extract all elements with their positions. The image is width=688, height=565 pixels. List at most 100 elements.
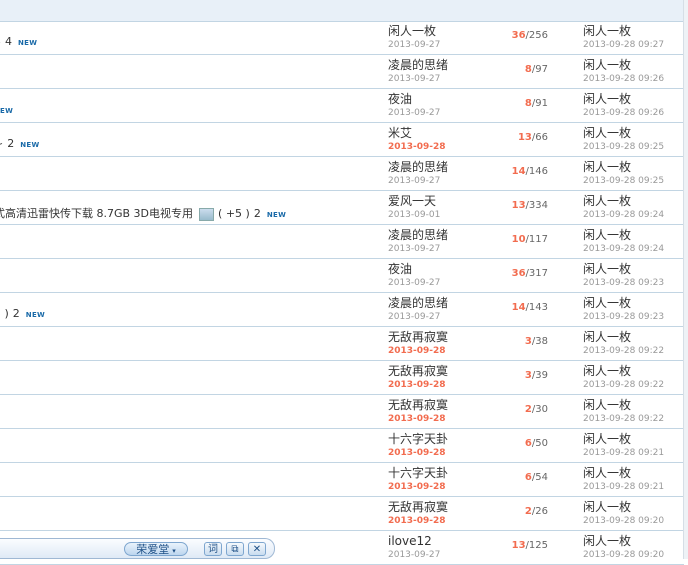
reply-count: 8 [524,98,532,109]
reply-count: 13 [511,200,526,211]
reply-view-count: 8/91 [524,98,548,109]
view-count: 143 [528,302,548,313]
last-post-time[interactable]: 2013-09-28 09:25 [583,175,683,187]
last-post-cell: 闲人一枚 2013-09-28 09:22 [583,397,683,425]
thread-title-link[interactable]: ~ [0,137,3,150]
last-poster-link[interactable]: 闲人一枚 [583,499,683,515]
last-post-time[interactable]: 2013-09-28 09:22 [583,379,683,391]
thread-title-link[interactable]: 5 ) [0,307,9,320]
view-count: 317 [528,268,548,279]
reply-view-count: 10/117 [511,234,548,245]
last-post-time[interactable]: 2013-09-28 09:21 [583,447,683,459]
view-count: 97 [535,64,548,75]
last-poster-link[interactable]: 闲人一枚 [583,23,683,39]
last-post-time[interactable]: 2013-09-28 09:24 [583,209,683,221]
last-post-time[interactable]: 2013-09-28 09:20 [583,549,683,561]
view-count: 125 [528,540,548,551]
view-count: 146 [528,166,548,177]
table-header-band [0,0,684,22]
new-badge: NEW [266,211,287,219]
reply-view-count: 6/50 [524,438,548,449]
reply-view-count: 3/39 [524,370,548,381]
last-post-cell: 闲人一枚 2013-09-28 09:21 [583,431,683,459]
reply-count: 6 [524,438,532,449]
last-post-cell: 闲人一枚 2013-09-28 09:22 [583,363,683,391]
view-count: 38 [535,336,548,347]
last-poster-link[interactable]: 闲人一枚 [583,193,683,209]
thread-title-link[interactable]: 式高清迅雷快传下载 8.7GB 3D电视专用 [0,207,193,220]
last-poster-link[interactable]: 闲人一枚 [583,363,683,379]
table-row: 十六字天卦 2013-09-28 6/50 闲人一枚 2013-09-28 09… [0,429,684,463]
last-post-cell: 闲人一枚 2013-09-28 09:25 [583,159,683,187]
last-post-cell: 闲人一枚 2013-09-28 09:21 [583,465,683,493]
last-post-cell: 闲人一枚 2013-09-28 09:23 [583,261,683,289]
last-post-cell: 闲人一枚 2013-09-28 09:20 [583,499,683,527]
table-row: 凌晨的思绪 2013-09-27 10/117 闲人一枚 2013-09-28 … [0,225,684,259]
page-link[interactable]: 2 [7,137,14,150]
reply-view-count: 36/317 [511,268,548,279]
last-poster-link[interactable]: 闲人一枚 [583,57,683,73]
view-count: 256 [528,30,548,41]
reply-count: 14 [511,302,526,313]
thread-title-link[interactable]: 3 [0,35,1,48]
new-badge: NEW [18,39,38,47]
last-post-time[interactable]: 2013-09-28 09:27 [583,39,683,51]
thread-list: 34NEW 闲人一枚 2013-09-27 36/256 闲人一枚 2013-0… [0,21,684,565]
reply-view-count: 14/143 [511,302,548,313]
table-row: 十六字天卦 2013-09-28 6/54 闲人一枚 2013-09-28 09… [0,463,684,497]
forum-selector-label: 荣爱堂 [136,543,170,556]
last-post-time[interactable]: 2013-09-28 09:23 [583,311,683,323]
table-row: ~2NEW 米艾 2013-09-28 13/66 闲人一枚 2013-09-2… [0,123,684,157]
reply-view-count: 36/256 [511,30,548,41]
last-post-time[interactable]: 2013-09-28 09:21 [583,481,683,493]
last-poster-link[interactable]: 闲人一枚 [583,397,683,413]
view-count: 54 [535,472,548,483]
last-poster-link[interactable]: 闲人一枚 [583,431,683,447]
last-poster-link[interactable]: 闲人一枚 [583,261,683,277]
reply-count: 8 [524,64,532,75]
new-badge: NEW [25,311,46,319]
last-post-cell: 闲人一枚 2013-09-28 09:26 [583,91,683,119]
last-post-time[interactable]: 2013-09-28 09:22 [583,413,683,425]
last-poster-link[interactable]: 闲人一枚 [583,159,683,175]
reply-view-count: 6/54 [524,472,548,483]
chevron-down-icon: ▾ [172,547,176,555]
last-poster-link[interactable]: 闲人一枚 [583,295,683,311]
last-poster-link[interactable]: 闲人一枚 [583,227,683,243]
table-row: 无敌再寂寞 2013-09-28 3/39 闲人一枚 2013-09-28 09… [0,361,684,395]
last-post-time[interactable]: 2013-09-28 09:22 [583,345,683,357]
copy-icon[interactable]: ⧉ [226,542,244,556]
view-count: 26 [535,506,548,517]
last-post-cell: 闲人一枚 2013-09-28 09:23 [583,295,683,323]
image-attachment-icon [199,207,215,221]
last-poster-link[interactable]: 闲人一枚 [583,329,683,345]
last-poster-link[interactable]: 闲人一枚 [583,533,683,549]
forum-selector-button[interactable]: 荣爱堂 ▾ [124,542,188,556]
table-row: 34NEW 闲人一枚 2013-09-27 36/256 闲人一枚 2013-0… [0,21,684,55]
last-post-time[interactable]: 2013-09-28 09:23 [583,277,683,289]
scrollbar[interactable] [683,0,688,559]
last-post-time[interactable]: 2013-09-28 09:26 [583,107,683,119]
reply-view-count: 2/30 [524,404,548,415]
page-link[interactable]: 2 [13,307,20,320]
close-icon[interactable]: ✕ [248,542,266,556]
last-post-time[interactable]: 2013-09-28 09:24 [583,243,683,255]
reply-view-count: 3/38 [524,336,548,347]
floating-toolbar: 荣爱堂 ▾ 词 ⧉ ✕ [0,538,275,559]
table-row: 凌晨的思绪 2013-09-27 14/146 闲人一枚 2013-09-28 … [0,157,684,191]
page-link[interactable]: 4 [5,35,12,48]
last-post-time[interactable]: 2013-09-28 09:25 [583,141,683,153]
reply-count: 13 [517,132,532,143]
table-row: 无敌再寂寞 2013-09-28 2/30 闲人一枚 2013-09-28 09… [0,395,684,429]
reply-count: 2 [524,404,532,415]
last-poster-link[interactable]: 闲人一枚 [583,465,683,481]
last-post-time[interactable]: 2013-09-28 09:26 [583,73,683,85]
last-poster-link[interactable]: 闲人一枚 [583,91,683,107]
last-post-time[interactable]: 2013-09-28 09:20 [583,515,683,527]
table-row: 无敌再寂寞 2013-09-28 3/38 闲人一枚 2013-09-28 09… [0,327,684,361]
reply-view-count: 13/334 [511,200,548,211]
page-link[interactable]: 2 [254,207,261,220]
reply-count: 36 [511,268,526,279]
dictionary-button[interactable]: 词 [204,542,222,556]
last-poster-link[interactable]: 闲人一枚 [583,125,683,141]
